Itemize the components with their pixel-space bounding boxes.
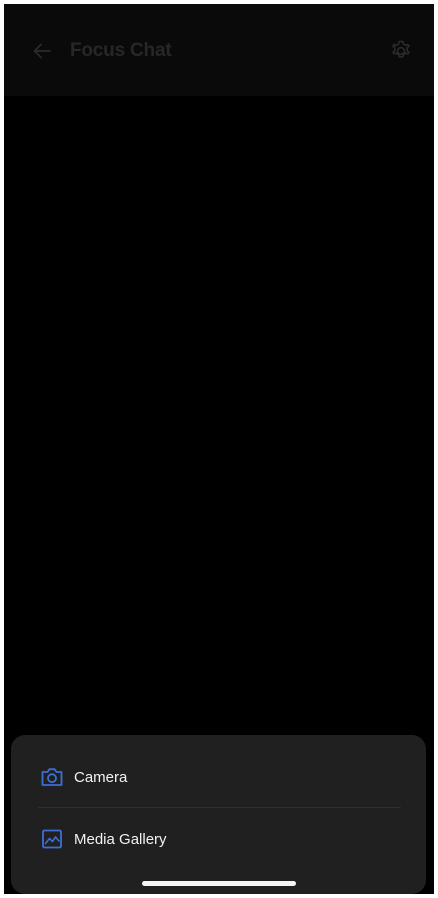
camera-label: Camera: [74, 768, 128, 786]
app-screen: Focus Chat Camera Media Gallery: [4, 4, 434, 894]
back-arrow-icon[interactable]: [31, 40, 53, 62]
home-indicator[interactable]: [142, 881, 296, 886]
camera-icon: [39, 764, 65, 790]
sheet-divider: [38, 807, 401, 808]
gear-icon[interactable]: [388, 38, 414, 64]
media-gallery-option[interactable]: Media Gallery: [11, 810, 426, 868]
attachment-bottom-sheet: Camera Media Gallery: [11, 735, 426, 894]
top-bar: Focus Chat: [4, 4, 434, 96]
image-icon: [39, 826, 65, 852]
page-title: Focus Chat: [70, 40, 172, 61]
camera-option[interactable]: Camera: [11, 748, 426, 806]
media-gallery-label: Media Gallery: [74, 830, 167, 848]
